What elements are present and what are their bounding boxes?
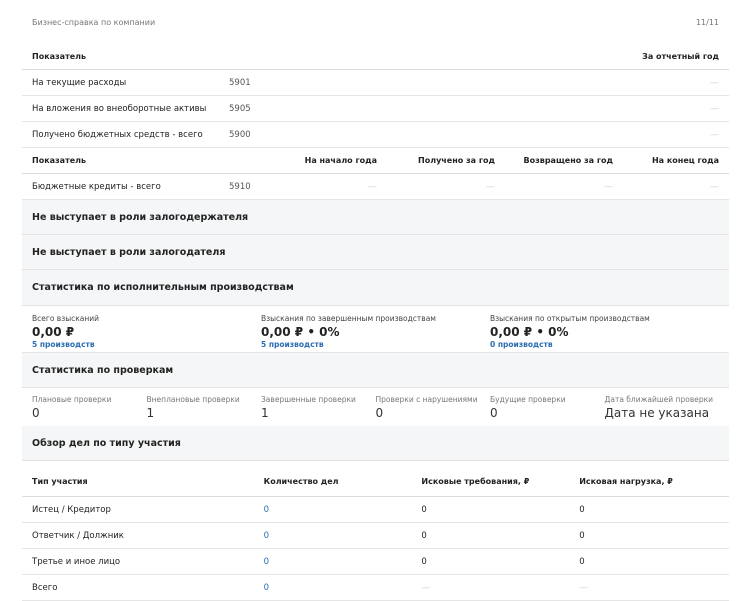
check-violations: Проверки с нарушениями 0 bbox=[376, 388, 491, 420]
inspection-stats: Плановые проверки 0 Внеплановые проверки… bbox=[22, 388, 729, 426]
table-row: Всего 0 — — bbox=[22, 575, 729, 601]
stat-open: Взыскания по открытым производствам 0,00… bbox=[490, 306, 719, 349]
check-value: 0 bbox=[32, 406, 40, 420]
col-claims: Исковые требования, ₽ bbox=[421, 476, 530, 486]
check-label: Плановые проверки bbox=[32, 395, 112, 404]
stat-total: Всего взысканий 0,00 ₽ 5 производств bbox=[32, 306, 261, 349]
table-row: На вложения во внеоборотные активы 5905 … bbox=[22, 96, 729, 122]
col-type: Тип участия bbox=[32, 476, 88, 486]
check-unplanned: Внеплановые проверки 1 bbox=[147, 388, 262, 420]
check-next-date: Дата ближайшей проверки Дата не указана bbox=[605, 388, 720, 420]
page-number: 11/11 bbox=[695, 17, 719, 27]
col-returned: Возвращено за год bbox=[523, 156, 613, 165]
row-code: 5900 bbox=[229, 129, 251, 140]
stat-value: 0,00 ₽ • 0% bbox=[261, 325, 340, 339]
case-claims: 0 bbox=[421, 504, 427, 515]
check-label: Дата ближайшей проверки bbox=[604, 395, 714, 404]
case-claims: 0 bbox=[421, 530, 427, 541]
row-value: — bbox=[710, 77, 719, 88]
stat-link[interactable]: 0 производств bbox=[490, 340, 719, 349]
check-future: Будущие проверки 0 bbox=[490, 388, 605, 420]
stat-label: Всего взысканий bbox=[32, 314, 100, 323]
stat-link[interactable]: 5 производств bbox=[261, 340, 490, 349]
row-end: — bbox=[710, 181, 719, 192]
table1-header: Показатель За отчетный год bbox=[22, 44, 729, 70]
case-type: Всего bbox=[32, 582, 58, 593]
row-label: Бюджетные кредиты - всего bbox=[32, 181, 161, 192]
row-value: — bbox=[710, 103, 719, 114]
case-type: Третье и иное лицо bbox=[32, 556, 121, 567]
check-value: 1 bbox=[261, 406, 269, 420]
row-label: На текущие расходы bbox=[32, 77, 127, 88]
col-period: За отчетный год bbox=[642, 52, 719, 61]
table-row: Истец / Кредитор 0 0 0 bbox=[22, 497, 729, 523]
section-pledger: Не выступает в роли залогодателя bbox=[22, 235, 729, 270]
check-label: Завершенные проверки bbox=[261, 395, 356, 404]
row-value: — bbox=[710, 129, 719, 140]
case-count-link[interactable]: 0 bbox=[264, 531, 422, 541]
stat-completed: Взыскания по завершенным производствам 0… bbox=[261, 306, 490, 349]
section-enforcement: Статистика по исполнительным производств… bbox=[22, 270, 729, 306]
stat-value: 0,00 ₽ bbox=[32, 325, 75, 339]
case-claims: 0 bbox=[421, 556, 427, 567]
row-code: 5905 bbox=[229, 103, 251, 114]
table-row: Получено бюджетных средств - всего 5900 … bbox=[22, 122, 729, 148]
row-label: Получено бюджетных средств - всего bbox=[32, 129, 203, 140]
check-value: Дата не указана bbox=[604, 406, 710, 420]
section-inspections: Статистика по проверкам bbox=[22, 353, 729, 388]
check-label: Будущие проверки bbox=[490, 395, 566, 404]
case-count-link[interactable]: 0 bbox=[264, 557, 422, 567]
row-code: 5901 bbox=[229, 77, 251, 88]
check-completed: Завершенные проверки 1 bbox=[261, 388, 376, 420]
section-title: Статистика по проверкам bbox=[32, 364, 174, 376]
stat-link[interactable]: 5 производств bbox=[32, 340, 261, 349]
case-count-link[interactable]: 0 bbox=[264, 505, 422, 515]
row-received: — bbox=[486, 181, 495, 192]
check-label: Проверки с нарушениями bbox=[375, 395, 478, 404]
case-load: — bbox=[579, 582, 589, 593]
col-end: На конец года bbox=[651, 156, 719, 165]
table-row: Бюджетные кредиты - всего 5910 — — — — bbox=[22, 174, 729, 200]
table2-header: Показатель На начало года Получено за го… bbox=[22, 148, 729, 174]
section-title: Не выступает в роли залогодателя bbox=[32, 246, 226, 258]
stat-label: Взыскания по открытым производствам bbox=[490, 314, 650, 323]
case-count-link[interactable]: 0 bbox=[264, 583, 422, 593]
table-row: Ответчик / Должник 0 0 0 bbox=[22, 523, 729, 549]
check-value: 0 bbox=[490, 406, 498, 420]
col-start: На начало года bbox=[304, 156, 377, 165]
col-indicator: Показатель bbox=[32, 52, 87, 61]
case-type: Ответчик / Должник bbox=[32, 530, 124, 541]
stat-value: 0,00 ₽ • 0% bbox=[490, 325, 569, 339]
case-load: 0 bbox=[579, 530, 585, 541]
section-title: Не выступает в роли залогодержателя bbox=[32, 211, 249, 223]
cases-table-header: Тип участия Количество дел Исковые требо… bbox=[22, 466, 729, 497]
section-title: Статистика по исполнительным производств… bbox=[32, 282, 294, 293]
col-load: Исковая нагрузка, ₽ bbox=[579, 476, 673, 486]
case-load: 0 bbox=[579, 556, 585, 567]
col-indicator: Показатель bbox=[32, 156, 87, 165]
table-row: Третье и иное лицо 0 0 0 bbox=[22, 549, 729, 575]
case-load: 0 bbox=[579, 504, 585, 515]
row-label: На вложения во внеоборотные активы bbox=[32, 103, 207, 114]
case-type: Истец / Кредитор bbox=[32, 504, 111, 515]
check-value: 0 bbox=[375, 406, 384, 420]
check-planned: Плановые проверки 0 bbox=[32, 388, 147, 420]
row-start: — bbox=[368, 181, 377, 192]
check-value: 1 bbox=[146, 406, 155, 420]
check-label: Внеплановые проверки bbox=[146, 395, 240, 404]
col-count: Количество дел bbox=[263, 476, 339, 486]
row-returned: — bbox=[604, 181, 613, 192]
report-title: Бизнес-справка по компании bbox=[32, 17, 156, 27]
enforcement-stats: Всего взысканий 0,00 ₽ 5 производств Взы… bbox=[22, 306, 729, 353]
section-pledge-holder: Не выступает в роли залогодержателя bbox=[22, 200, 729, 235]
business-report-page: Бизнес-справка по компании 11/11 Показат… bbox=[22, 0, 729, 601]
table-row: На текущие расходы 5901 — bbox=[22, 70, 729, 96]
col-received: Получено за год bbox=[418, 156, 495, 165]
report-header: Бизнес-справка по компании 11/11 bbox=[22, 0, 729, 44]
section-cases: Обзор дел по типу участия bbox=[22, 426, 729, 461]
row-code: 5910 bbox=[229, 181, 251, 192]
section-title: Обзор дел по типу участия bbox=[32, 437, 181, 449]
case-claims: — bbox=[421, 582, 431, 593]
stat-label: Взыскания по завершенным производствам bbox=[261, 314, 436, 323]
